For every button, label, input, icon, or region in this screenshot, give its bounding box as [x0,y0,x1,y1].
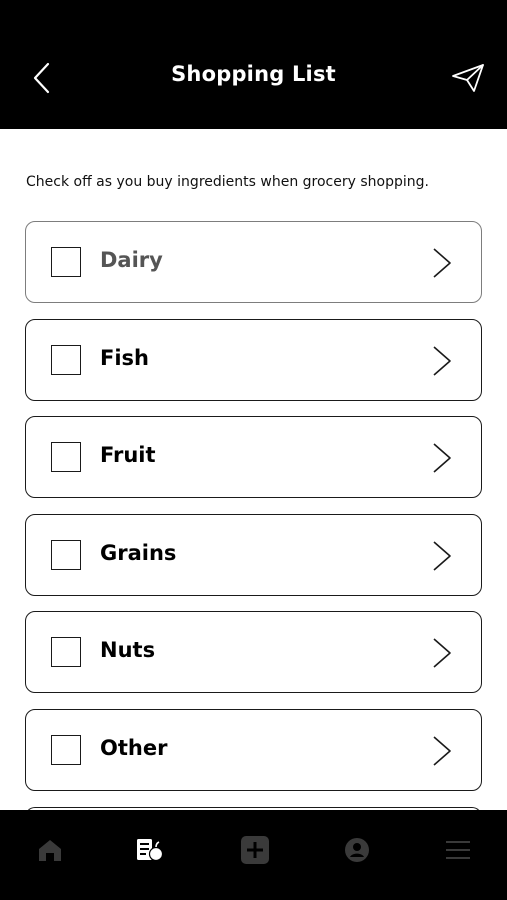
chevron-right-icon [433,736,451,766]
instructions-text: Check off as you buy ingredients when gr… [26,174,429,190]
category-item-nuts[interactable]: Nuts [25,611,482,694]
nav-profile[interactable] [340,835,374,865]
app-header: Shopping List [0,0,507,129]
chevron-right-icon [433,541,451,571]
checkbox[interactable] [51,637,81,668]
category-item-fish[interactable]: Fish [25,318,482,401]
checkbox[interactable] [51,442,81,473]
chevron-right-icon [433,443,451,473]
shopping-list-icon [137,839,164,862]
chevron-right-icon [433,345,451,376]
category-label: Grains [100,540,177,565]
category-item-grains[interactable]: Grains [25,513,482,596]
category-label: Fish [100,345,149,370]
chevron-right-icon [433,638,451,668]
category-label: Fruit [100,443,156,468]
paper-plane-icon [452,64,484,92]
page-title: Shopping List [171,62,336,86]
checkbox[interactable] [51,539,81,570]
add-icon [241,836,269,864]
home-icon [39,840,61,861]
nav-menu[interactable] [441,835,475,865]
category-label: Nuts [100,638,156,663]
nav-add[interactable] [238,835,272,865]
menu-icon [446,841,470,859]
category-list: Dairy Fish Fruit Grains Nuts Other [25,221,482,862]
nav-home[interactable] [33,835,67,865]
category-item-other[interactable]: Other [25,708,482,791]
chevron-right-icon [433,248,451,278]
bottom-nav [0,810,507,900]
category-label: Dairy [100,248,163,272]
send-button[interactable] [448,60,488,96]
nav-shopping-list[interactable] [133,835,167,865]
category-label: Other [100,735,168,760]
category-item-dairy[interactable]: Dairy [25,221,482,303]
checkbox[interactable] [51,734,81,765]
checkbox[interactable] [51,247,81,277]
profile-icon [345,838,369,862]
category-item-fruit[interactable]: Fruit [25,416,482,499]
checkbox[interactable] [51,344,81,375]
